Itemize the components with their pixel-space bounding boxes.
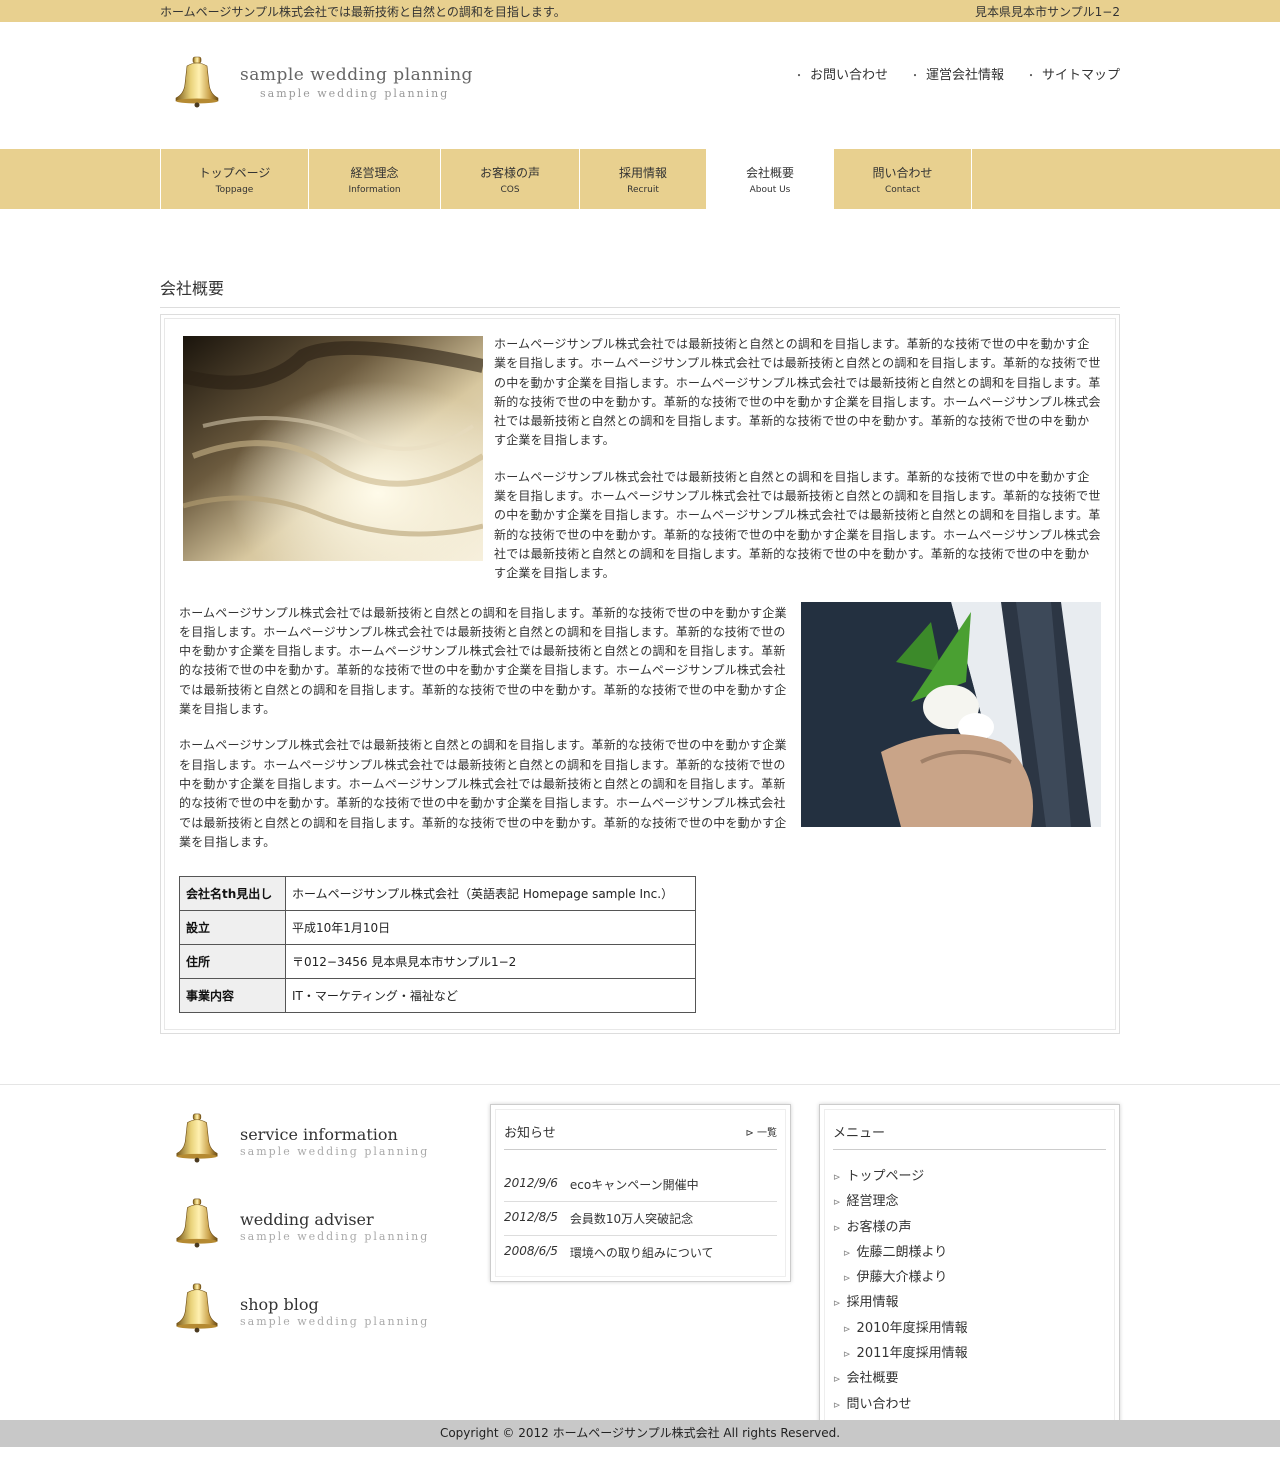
- header: sample wedding planning sample wedding p…: [160, 22, 1120, 149]
- arrow-icon: ⊳: [745, 1128, 757, 1139]
- menu-heading: メニュー: [833, 1126, 886, 1141]
- arrow-icon: ⊳: [843, 1350, 851, 1361]
- site-logo[interactable]: sample wedding planning sample wedding p…: [172, 56, 473, 108]
- sitemap-link[interactable]: ・サイトマップ: [1026, 64, 1120, 83]
- table-cell: ホームページサンプル株式会社（英語表記 Homepage sample Inc.…: [285, 876, 696, 912]
- page-title: 会社概要: [160, 275, 1120, 308]
- arrow-icon: ⊳: [843, 1248, 851, 1259]
- shop-blog-link[interactable]: shop blog sample wedding planning: [172, 1283, 429, 1333]
- arrow-icon: ⊳: [833, 1173, 841, 1183]
- nav-information[interactable]: 経営理念 Information: [309, 149, 441, 209]
- news-panel: お知らせ ⊳ 一覧 2012/9/6 ecoキャンペーン開催中 2012/8/5…: [490, 1104, 791, 1282]
- top-bar: ホームページサンプル株式会社では最新技術と自然との調和を目指します。 見本県見本…: [0, 0, 1280, 22]
- boutonniere-image: [801, 601, 1101, 827]
- menu-item[interactable]: ⊳ 会社概要: [833, 1366, 1106, 1391]
- contact-link[interactable]: ・お問い合わせ: [794, 64, 888, 83]
- main-nav: トップページ Toppage 経営理念 Information お客様の声 CO…: [0, 149, 1280, 209]
- nav-toppage[interactable]: トップページ Toppage: [161, 149, 309, 209]
- menu-subitem[interactable]: ⊳ 2011年度採用情報: [833, 1341, 1106, 1366]
- menu-item[interactable]: ⊳ 経営理念: [833, 1189, 1106, 1214]
- bell-icon: [172, 1113, 222, 1163]
- intro-paragraph: ホームページサンプル株式会社では最新技術と自然との調和を目指します。革新的な技術…: [494, 469, 1101, 581]
- nav-contact[interactable]: 問い合わせ Contact: [834, 149, 972, 209]
- menu-item[interactable]: ⊳ 問い合わせ: [833, 1392, 1106, 1417]
- table-cell: 平成10年1月10日: [285, 910, 696, 946]
- company-info-table: 会社名th見出し ホームページサンプル株式会社（英語表記 Homepage sa…: [179, 876, 696, 1014]
- menu-subitem[interactable]: ⊳ 伊藤大介様より: [833, 1265, 1106, 1290]
- table-header: 住所: [179, 944, 286, 980]
- body-paragraph: ホームページサンプル株式会社では最新技術と自然との調和を目指します。革新的な技術…: [179, 605, 787, 717]
- bullet-icon: ・: [1025, 71, 1036, 82]
- intro-paragraph: ホームページサンプル株式会社では最新技術と自然との調和を目指します。革新的な技術…: [494, 337, 1101, 448]
- menu-list: ⊳ トップページ ⊳ 経営理念 ⊳ お客様の声 ⊳ 佐藤二朗様より ⊳ 伊藤大介様より ⊳…: [833, 1164, 1106, 1417]
- nav-about-us[interactable]: 会社概要 About Us: [707, 149, 834, 209]
- bullet-icon: ・: [909, 71, 920, 82]
- arrow-icon: ⊳: [833, 1198, 841, 1209]
- arrow-icon: ⊳: [843, 1324, 851, 1335]
- logo-subtitle: sample wedding planning: [260, 87, 450, 100]
- bell-icon: [172, 1283, 222, 1333]
- bullet-icon: ・: [793, 71, 804, 82]
- copyright: Copyright © 2012 ホームページサンプル株式会社 All righ…: [0, 1420, 1280, 1447]
- service-information-link[interactable]: service information sample wedding plann…: [172, 1113, 429, 1163]
- bell-icon: [172, 1198, 222, 1248]
- menu-item[interactable]: ⊳ 採用情報: [833, 1290, 1106, 1315]
- wedding-adviser-link[interactable]: wedding adviser sample wedding planning: [172, 1198, 429, 1248]
- table-row: 事業内容 IT・マーケティング・福祉など: [179, 978, 696, 1014]
- arrow-icon: ⊳: [833, 1400, 841, 1411]
- menu-subitem[interactable]: ⊳ 佐藤二朗様より: [833, 1240, 1106, 1265]
- arrow-icon: ⊳: [843, 1274, 851, 1285]
- arrow-icon: ⊳: [833, 1375, 841, 1386]
- logo-title: sample wedding planning: [240, 65, 473, 85]
- menu-panel: メニュー ⊳ トップページ ⊳ 経営理念 ⊳ お客様の声 ⊳ 佐藤二朗様より ⊳ 伊藤大介…: [819, 1104, 1120, 1428]
- table-row: 設立 平成10年1月10日: [179, 910, 696, 946]
- table-header: 会社名th見出し: [179, 876, 286, 912]
- menu-item[interactable]: ⊳ トップページ: [833, 1164, 1106, 1189]
- news-item[interactable]: 2012/8/5 会員数10万人突破記念: [504, 1202, 777, 1236]
- wedding-dress-image: [183, 336, 483, 561]
- footer: service information sample wedding plann…: [0, 1084, 1280, 1447]
- table-row: 住所 〒012−3456 見本県見本市サンプル1−2: [179, 944, 696, 980]
- nav-recruit[interactable]: 採用情報 Recruit: [580, 149, 707, 209]
- table-header: 設立: [179, 910, 286, 946]
- content-box: ホームページサンプル株式会社では最新技術と自然との調和を目指します。革新的な技術…: [160, 314, 1120, 1034]
- news-item[interactable]: 2008/6/5 環境への取り組みについて: [504, 1236, 777, 1269]
- body-paragraph: ホームページサンプル株式会社では最新技術と自然との調和を目指します。革新的な技術…: [179, 738, 787, 849]
- news-heading: お知らせ: [504, 1126, 556, 1141]
- arrow-icon: ⊳: [833, 1299, 841, 1310]
- main-content: 会社概要 ホームページサンプル株式会社では最新技術と自然との調和を目指します。革…: [160, 275, 1120, 1034]
- menu-item[interactable]: ⊳ お客様の声: [833, 1215, 1106, 1240]
- news-item[interactable]: 2012/9/6 ecoキャンペーン開催中: [504, 1168, 777, 1202]
- address: 見本県見本市サンプル1−2: [975, 4, 1120, 19]
- news-more-link[interactable]: ⊳ 一覧: [745, 1124, 777, 1139]
- table-cell: IT・マーケティング・福祉など: [285, 978, 696, 1014]
- table-cell: 〒012−3456 見本県見本市サンプル1−2: [285, 944, 696, 980]
- tagline: ホームページサンプル株式会社では最新技術と自然との調和を目指します。: [160, 4, 566, 19]
- table-header: 事業内容: [179, 978, 286, 1014]
- nav-cos[interactable]: お客様の声 COS: [441, 149, 580, 209]
- arrow-icon: ⊳: [833, 1223, 841, 1234]
- table-row: 会社名th見出し ホームページサンプル株式会社（英語表記 Homepage sa…: [179, 876, 696, 912]
- company-info-link[interactable]: ・運営会社情報: [910, 64, 1004, 83]
- header-links: ・お問い合わせ ・運営会社情報 ・サイトマップ: [794, 64, 1120, 83]
- menu-subitem[interactable]: ⊳ 2010年度採用情報: [833, 1316, 1106, 1341]
- bell-icon: [172, 56, 222, 108]
